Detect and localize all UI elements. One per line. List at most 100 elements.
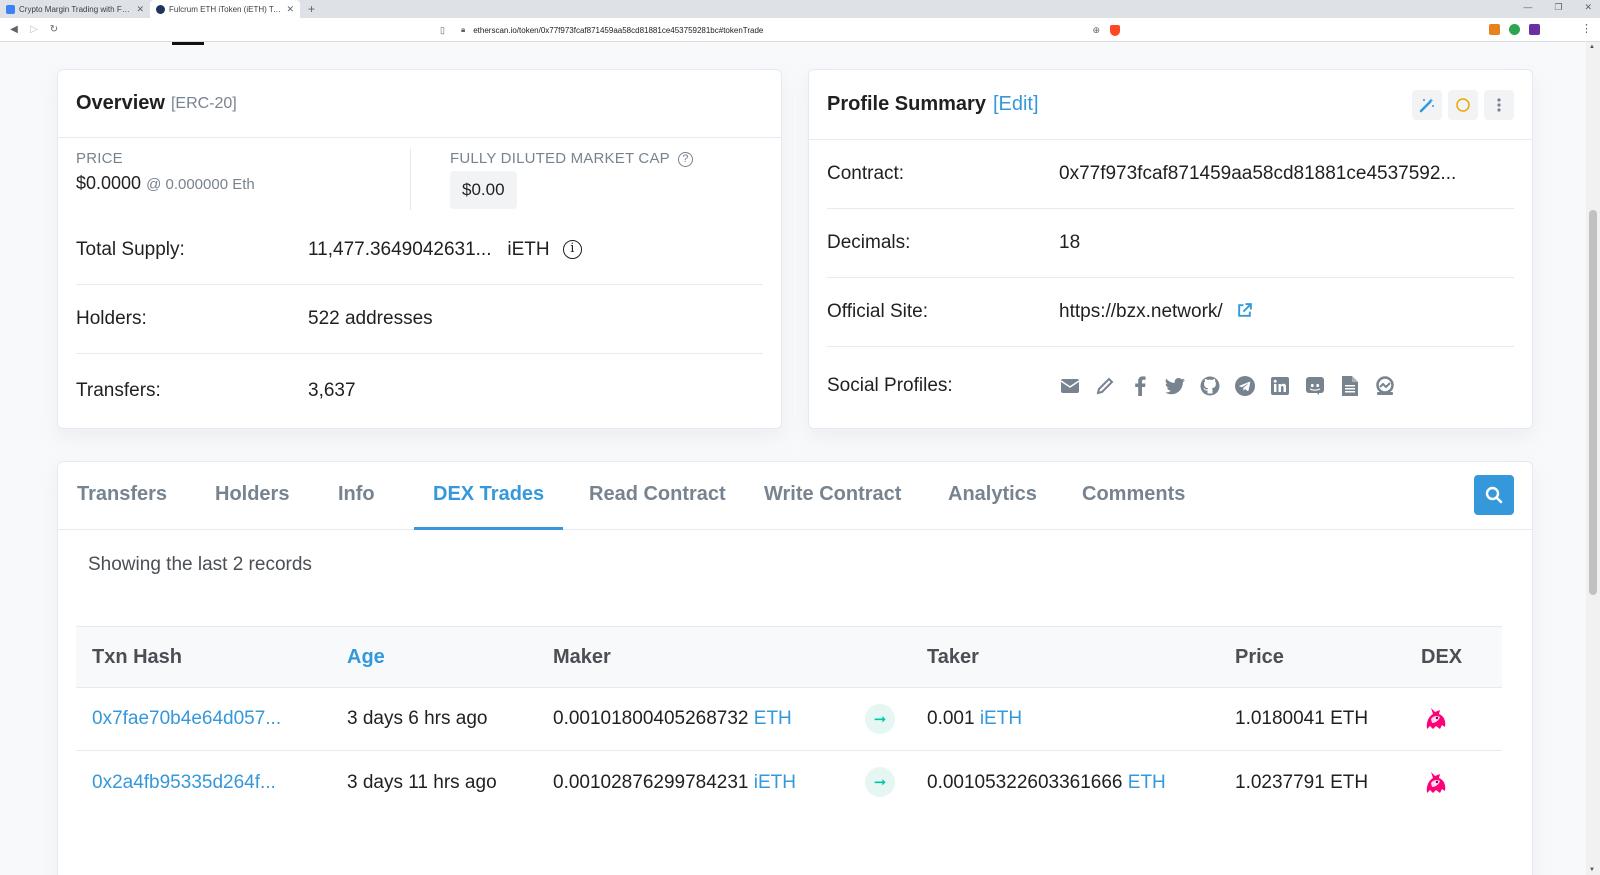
reload-icon[interactable]: ↻ [44,24,64,35]
browser-menu-icon[interactable]: ⋮ [1581,22,1592,35]
scroll-down-icon[interactable]: ▼ [1589,867,1595,873]
total-supply-symbol: iETH [507,239,550,260]
search-icon [1485,486,1503,504]
taker-token-link[interactable]: ETH [1128,772,1166,794]
txn-hash-link[interactable]: 0x2a4fb95335d264f... [92,751,276,814]
twitter-icon[interactable] [1164,375,1186,397]
holders-value: 522 addresses [308,308,433,329]
maker-token-link[interactable]: ETH [754,708,792,730]
browser-tab-title: Crypto Margin Trading with Fulcru [19,4,133,14]
txn-hash-link[interactable]: 0x7fae70b4e64d057... [92,688,281,750]
zoom-icon[interactable]: ⊕ [1092,25,1100,36]
wand-icon[interactable] [1412,89,1442,120]
market-cap-label-text: FULLY DILUTED MARKET CAP [450,150,670,167]
browser-tab-1[interactable]: Crypto Margin Trading with Fulcru ✕ [0,0,150,18]
col-age[interactable]: Age [347,627,385,687]
social-profiles-label: Social Profiles: [827,375,953,396]
page-scrollbar[interactable]: ▲ ▼ [1586,42,1600,875]
uniswap-icon[interactable] [1422,688,1450,750]
info-icon[interactable]: i [562,240,582,260]
bookmark-icon[interactable]: ▯ [440,25,445,36]
official-site-row: Official Site: https://bzx.network/ [827,278,1514,347]
tab-write-contract[interactable]: Write Contract [764,462,901,530]
taker-value: 0.001 [927,708,975,729]
search-button[interactable] [1474,475,1514,515]
tab-transfers[interactable]: Transfers [77,462,167,530]
market-cap-block: FULLY DILUTED MARKET CAP ? $0.00 [450,150,693,209]
extension-icon[interactable] [1509,24,1520,35]
pencil-icon[interactable] [1094,375,1116,397]
back-icon[interactable]: ◀ [4,24,24,35]
col-taker: Taker [927,645,979,668]
close-window-icon[interactable]: ✕ [1584,2,1592,13]
col-dex: DEX [1421,645,1463,668]
tab-dex-trades[interactable]: DEX Trades [414,462,564,530]
trade-price: 1.0180041 ETH [1235,708,1369,729]
coinmarketcap-icon[interactable] [1374,375,1396,397]
maker-amount: 0.00102876299784231 iETH [553,751,796,814]
divider [410,148,411,210]
official-site-link[interactable]: https://bzx.network/ [1059,301,1253,323]
dex-trades-table: Txn Hash Age Maker Taker Price DEX 0x7fa… [76,626,1502,814]
lock-icon: 🔒︎ [460,25,466,34]
decimals-row: Decimals: 18 [827,209,1514,278]
minimize-icon[interactable]: — [1523,2,1532,13]
market-cap-value: $0.00 [450,171,517,209]
official-site-label: Official Site: [827,301,929,322]
scroll-up-icon[interactable]: ▲ [1589,44,1595,50]
document-icon[interactable] [1339,375,1361,397]
taker-token-link[interactable]: iETH [980,708,1022,730]
edit-link[interactable]: [Edit] [993,93,1039,116]
contract-address-link[interactable]: 0x77f973fcaf871459aa58cd81881ce4537592..… [1059,163,1456,185]
maker-value: 0.00102876299784231 [553,771,749,793]
forward-icon[interactable]: ▷ [24,24,44,35]
metamask-icon[interactable] [1489,24,1500,35]
trade-price: 1.0237791 ETH [1235,771,1369,793]
more-options-icon[interactable] [1484,89,1514,120]
maker-token-link[interactable]: iETH [754,772,796,794]
uniswap-icon[interactable] [1422,751,1450,814]
tab-comments[interactable]: Comments [1082,462,1185,530]
close-tab-icon[interactable]: ✕ [286,4,294,15]
status-circle-icon[interactable] [1448,89,1478,120]
logo-fragment [172,42,204,45]
arrow-right-icon: ➞ [865,767,895,797]
address-bar: ◀ ▷ ↻ ▯ 🔒︎ etherscan.io/token/0x77f973fc… [0,18,1600,42]
transfers-label: Transfers: [76,380,161,401]
decimals-label: Decimals: [827,232,911,253]
new-tab-icon[interactable]: + [300,0,323,18]
taker-value: 0.00105322603361666 [927,771,1123,793]
tab-holders[interactable]: Holders [215,462,289,530]
transfers-value: 3,637 [308,380,356,401]
scrollbar-thumb[interactable] [1589,210,1597,595]
extension-icon[interactable] [1529,24,1540,35]
close-tab-icon[interactable]: ✕ [136,4,144,15]
col-txn-hash: Txn Hash [92,645,183,668]
url-field[interactable]: ▯ 🔒︎ etherscan.io/token/0x77f973fcaf8714… [440,21,1140,39]
market-cap-label: FULLY DILUTED MARKET CAP ? [450,150,693,167]
profile-summary-card: Profile Summary [Edit] Contract: 0x77f97… [808,69,1533,429]
holders-row: Holders: 522 addresses [76,285,763,354]
restore-icon[interactable]: ❐ [1554,2,1562,13]
browser-tabbar: Crypto Margin Trading with Fulcru ✕ Fulc… [0,0,1600,18]
telegram-icon[interactable] [1234,375,1256,397]
tab-read-contract[interactable]: Read Contract [589,462,726,530]
question-icon[interactable]: ? [677,151,693,167]
linkedin-icon[interactable] [1269,375,1291,397]
trade-age: 3 days 11 hrs ago [347,771,497,793]
favicon-icon [6,4,15,14]
browser-tab-2[interactable]: Fulcrum ETH iToken (iETH) Token T ✕ [150,0,300,18]
trade-age: 3 days 6 hrs ago [347,708,488,729]
discord-icon[interactable] [1304,375,1326,397]
tab-info[interactable]: Info [338,462,375,530]
taker-amount: 0.00105322603361666 ETH [927,751,1166,814]
github-icon[interactable] [1199,375,1221,397]
social-icons [1059,375,1396,397]
total-supply-value: 11,477.3649042631... iETH i [308,239,582,261]
external-link-icon [1238,303,1252,317]
social-profiles-row: Social Profiles: [827,347,1514,425]
email-icon[interactable] [1059,375,1081,397]
brave-shield-icon[interactable] [1110,24,1120,36]
facebook-icon[interactable] [1129,375,1151,397]
tab-analytics[interactable]: Analytics [948,462,1037,530]
